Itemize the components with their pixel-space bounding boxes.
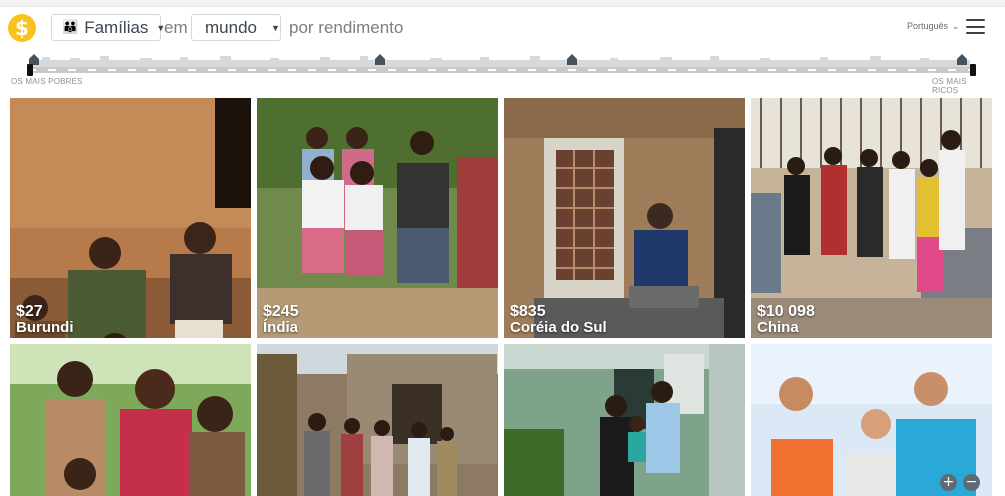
family-photo bbox=[257, 344, 498, 496]
zoom-out-button[interactable]: − bbox=[963, 474, 980, 491]
family-tile[interactable]: $27 Burundi bbox=[10, 98, 251, 338]
tile-caption: $27 Burundi bbox=[16, 303, 74, 336]
things-selector-label: Famílias bbox=[84, 17, 149, 37]
poorest-label: OS MAIS POBRES bbox=[11, 77, 83, 86]
chevron-down-icon: ⌄ bbox=[952, 21, 960, 31]
hamburger-menu-icon[interactable] bbox=[966, 19, 985, 34]
range-handle-right[interactable] bbox=[970, 64, 976, 76]
place-selector-label: mundo bbox=[205, 17, 257, 37]
income-range-slider[interactable]: OS MAIS POBRES OS MAIS RICOS bbox=[10, 47, 993, 95]
word-by-income: por rendimento bbox=[289, 18, 404, 37]
top-border bbox=[0, 0, 1005, 7]
tile-country: Índia bbox=[263, 319, 299, 336]
tile-caption: $245 Índia bbox=[263, 303, 299, 336]
income-track-dashes bbox=[28, 69, 976, 71]
zoom-in-button[interactable]: + bbox=[940, 474, 957, 491]
house-marker-icon bbox=[375, 54, 385, 65]
family-icon: 👪 bbox=[62, 20, 79, 35]
family-tile[interactable] bbox=[504, 344, 745, 496]
tile-country: Coréia do Sul bbox=[510, 319, 607, 336]
tile-country: China bbox=[757, 319, 799, 336]
family-tile[interactable]: $835 Coréia do Sul bbox=[504, 98, 745, 338]
family-photo bbox=[10, 344, 251, 496]
richest-label: OS MAIS RICOS bbox=[932, 77, 967, 95]
caret-down-icon: ▼ bbox=[270, 22, 280, 33]
family-photo bbox=[504, 98, 745, 338]
header: $ 👪 Famílias ▼ em mundo ▼ por rendimento… bbox=[0, 7, 1005, 97]
things-selector[interactable]: 👪 Famílias ▼ bbox=[51, 14, 165, 41]
family-photo bbox=[751, 344, 992, 496]
tile-income: $27 bbox=[16, 303, 43, 320]
place-selector[interactable]: mundo ▼ bbox=[191, 14, 281, 41]
language-selector[interactable]: Português ⌄ bbox=[907, 21, 960, 32]
family-tile[interactable] bbox=[751, 344, 992, 496]
family-tile[interactable]: $10 098 China bbox=[751, 98, 992, 338]
family-photo bbox=[10, 98, 251, 338]
dollar-street-logo[interactable]: $ bbox=[8, 14, 36, 42]
family-tile[interactable] bbox=[257, 344, 498, 496]
language-label: Português bbox=[907, 21, 949, 31]
tile-caption: $835 Coréia do Sul bbox=[510, 303, 607, 336]
tile-income: $245 bbox=[263, 303, 299, 320]
family-photo bbox=[751, 98, 992, 338]
family-tile[interactable]: $245 Índia bbox=[257, 98, 498, 338]
tile-country: Burundi bbox=[16, 319, 74, 336]
family-tile[interactable] bbox=[10, 344, 251, 496]
family-photo bbox=[257, 98, 498, 338]
range-handle-left[interactable] bbox=[27, 64, 33, 76]
tile-income: $835 bbox=[510, 303, 546, 320]
tile-income: $10 098 bbox=[757, 303, 815, 320]
family-photo bbox=[504, 344, 745, 496]
tile-caption: $10 098 China bbox=[757, 303, 815, 336]
house-marker-icon bbox=[957, 54, 967, 65]
word-in: em bbox=[164, 18, 188, 37]
house-marker-icon bbox=[567, 54, 577, 65]
